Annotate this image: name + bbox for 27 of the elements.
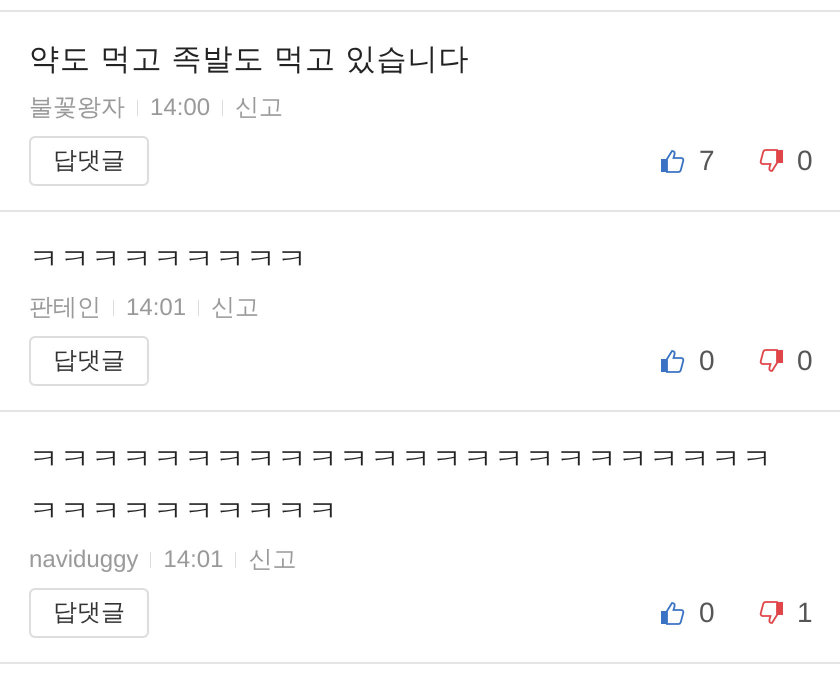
like-count: 0 <box>699 344 716 378</box>
comment-time: 14:00 <box>150 93 210 123</box>
reply-button[interactable]: 답댓글 <box>29 336 149 386</box>
thumbs-down-icon[interactable] <box>759 148 785 174</box>
thumbs-up-icon[interactable] <box>659 600 685 626</box>
report-link[interactable]: 신고 <box>211 290 260 326</box>
reply-button[interactable]: 답댓글 <box>29 588 149 638</box>
like-count: 0 <box>699 596 716 630</box>
report-link[interactable]: 신고 <box>235 90 284 126</box>
comment-text: 약도 먹고 족발도 먹고 있습니다 <box>29 42 470 78</box>
author-name[interactable]: naviduggy <box>29 542 138 578</box>
thumbs-down-icon[interactable] <box>759 600 785 626</box>
reply-button[interactable]: 답댓글 <box>29 136 149 186</box>
comment-time: 14:01 <box>126 293 186 323</box>
author-name[interactable]: 판테인 <box>29 290 101 326</box>
comment-time: 14:01 <box>163 545 224 575</box>
comment-text: ㅋㅋㅋㅋㅋㅋㅋㅋㅋ <box>29 242 309 278</box>
thumbs-up-icon[interactable] <box>659 348 685 374</box>
like-count: 7 <box>699 144 716 178</box>
thumbs-up-icon[interactable] <box>659 148 685 174</box>
author-name[interactable]: 불꽃왕자 <box>29 90 125 126</box>
comment-text: ㅋㅋㅋㅋㅋㅋㅋㅋㅋㅋㅋㅋㅋㅋㅋㅋㅋㅋㅋㅋㅋㅋㅋㅋㅋㅋㅋㅋㅋㅋㅋㅋㅋㅋ <box>29 442 774 530</box>
dislike-count: 1 <box>797 596 811 630</box>
dislike-count: 0 <box>797 144 811 178</box>
report-link[interactable]: 신고 <box>248 542 296 578</box>
dislike-count: 0 <box>797 344 811 378</box>
thumbs-down-icon[interactable] <box>759 348 785 374</box>
